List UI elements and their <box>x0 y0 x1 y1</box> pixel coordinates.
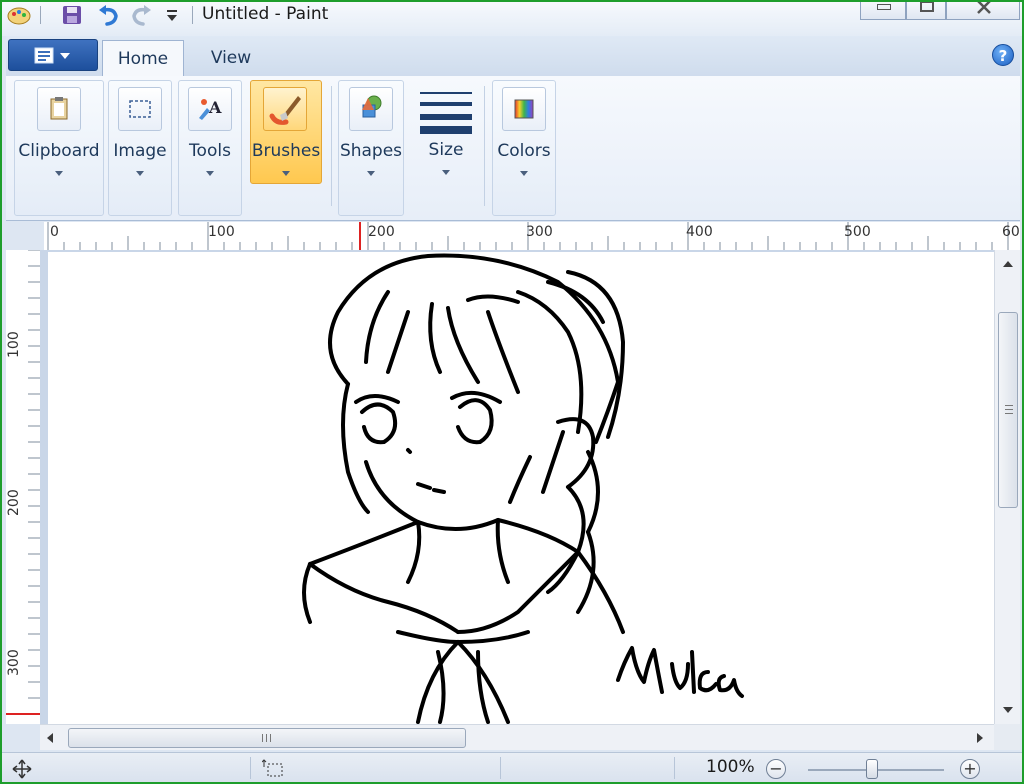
status-separator <box>250 757 251 779</box>
title-bar: Untitled - Paint <box>2 2 1022 36</box>
ruler-label: 200 <box>368 224 395 240</box>
save-icon[interactable] <box>60 4 84 26</box>
title-separator <box>40 6 41 24</box>
tools-group[interactable]: A Tools <box>178 80 242 216</box>
ruler-corner <box>6 222 44 250</box>
vertical-scroll-thumb[interactable] <box>998 312 1018 508</box>
shapes-label: Shapes <box>339 141 403 161</box>
chevron-down-icon <box>282 171 290 176</box>
undo-icon[interactable] <box>96 4 122 26</box>
girl-sketch-drawing <box>302 253 744 724</box>
ruler-label: 60 <box>1002 224 1020 240</box>
brush-icon <box>263 87 307 131</box>
cursor-position-icon <box>12 759 32 779</box>
redo-icon[interactable] <box>128 4 154 26</box>
scroll-down-icon[interactable] <box>1002 706 1014 714</box>
close-icon <box>977 2 991 14</box>
maximize-button[interactable] <box>906 2 946 20</box>
colors-icon <box>502 87 546 131</box>
tools-label: Tools <box>189 141 231 161</box>
ruler-label: 500 <box>844 224 871 240</box>
colors-group[interactable]: Colors <box>492 80 556 216</box>
chevron-down-icon <box>520 171 528 176</box>
scroll-corner <box>994 724 1020 750</box>
image-group[interactable]: Image <box>108 80 172 216</box>
title-separator <box>192 6 193 24</box>
ruler-label: 0 <box>50 224 59 240</box>
drawing-canvas[interactable] <box>48 252 994 724</box>
chevron-down-icon <box>136 171 144 176</box>
zoom-level: 100% <box>706 757 755 777</box>
ruler-label: 100 <box>208 224 235 240</box>
shapes-group[interactable]: Shapes <box>338 80 404 216</box>
zoom-slider-thumb[interactable] <box>866 759 878 779</box>
colors-label: Colors <box>497 141 551 161</box>
ruler-label: 100 <box>6 331 22 358</box>
chevron-down-icon <box>206 171 214 176</box>
scroll-up-icon[interactable] <box>1002 260 1014 268</box>
clipboard-group[interactable]: Clipboard <box>14 80 104 216</box>
window-title: Untitled - Paint <box>202 4 329 24</box>
ruler-label: 300 <box>6 649 22 676</box>
ribbon-tab-row: Home View ? <box>6 36 1020 77</box>
workspace <box>40 250 994 724</box>
tools-icon: A <box>188 87 232 131</box>
size-label: Size <box>428 140 464 160</box>
minimize-button[interactable] <box>860 2 906 20</box>
horizontal-scrollbar[interactable] <box>40 724 994 750</box>
chevron-down-icon <box>55 171 63 176</box>
image-label: Image <box>113 141 167 161</box>
maximize-icon <box>920 2 934 12</box>
vertical-ruler: 100 200 300 <box>6 250 41 724</box>
svg-text:A: A <box>208 98 222 117</box>
scroll-left-icon[interactable] <box>46 732 54 744</box>
ribbon: Clipboard Image A Tools Brushes Shapes S… <box>6 76 1020 221</box>
status-bar: 100% − + <box>2 752 1022 782</box>
clipboard-label: Clipboard <box>18 141 100 161</box>
customize-toolbar-icon[interactable] <box>162 4 182 26</box>
clipboard-icon <box>37 87 81 131</box>
selection-size-icon <box>262 759 283 777</box>
group-separator <box>331 86 332 206</box>
paint-app-icon[interactable] <box>6 4 32 26</box>
close-button[interactable] <box>946 2 1020 20</box>
scroll-right-icon[interactable] <box>976 732 984 744</box>
size-group[interactable]: Size <box>410 80 482 216</box>
tab-home[interactable]: Home <box>102 40 184 76</box>
status-separator <box>674 757 675 779</box>
status-separator <box>500 757 501 779</box>
minimize-icon <box>877 4 891 10</box>
group-separator <box>484 86 485 206</box>
horizontal-ruler: 0 100 200 300 400 500 60 <box>44 222 1020 251</box>
ruler-label: 200 <box>6 489 22 516</box>
brushes-label: Brushes <box>251 141 321 161</box>
help-icon[interactable]: ? <box>992 44 1014 66</box>
paint-menu-button[interactable] <box>8 39 98 71</box>
tab-view[interactable]: View <box>196 40 266 76</box>
brushes-group[interactable]: Brushes <box>250 80 322 184</box>
shapes-icon <box>349 87 393 131</box>
chevron-down-icon <box>442 170 450 175</box>
vertical-scrollbar[interactable] <box>994 250 1020 724</box>
paint-menu-icon <box>34 47 70 64</box>
chevron-down-icon <box>367 171 375 176</box>
ruler-label: 300 <box>526 224 553 240</box>
ruler-label: 400 <box>686 224 713 240</box>
zoom-out-button[interactable]: − <box>766 759 786 779</box>
zoom-in-button[interactable]: + <box>960 759 980 779</box>
select-icon <box>118 87 162 131</box>
horizontal-scroll-thumb[interactable] <box>68 728 466 748</box>
paint-window: Untitled - Paint Home View ? Clipboard I… <box>0 0 1024 784</box>
line-size-icon <box>420 92 472 134</box>
